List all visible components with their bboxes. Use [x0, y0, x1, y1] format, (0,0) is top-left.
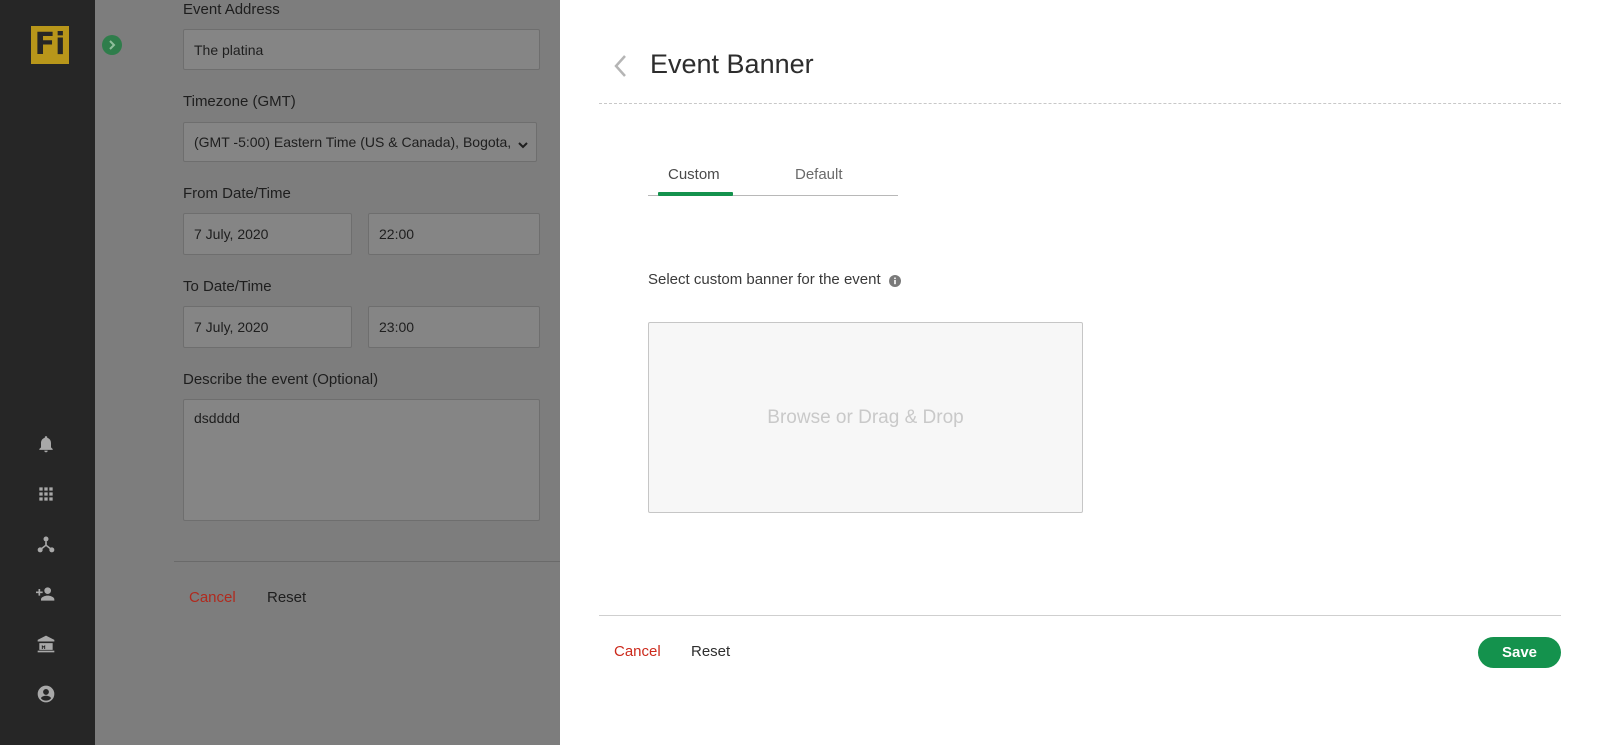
address-input[interactable]: The platina [183, 29, 540, 70]
back-chevron-icon[interactable] [610, 52, 630, 80]
from-datetime-label: From Date/Time [183, 185, 291, 202]
cancel-button[interactable]: Cancel [614, 643, 661, 660]
to-date-input[interactable]: 7 July, 2020 [183, 306, 352, 348]
side-nav: Fi [0, 0, 95, 745]
form-cancel-button[interactable]: Cancel [189, 589, 236, 606]
form-reset-button[interactable]: Reset [267, 589, 306, 606]
expand-button[interactable] [102, 35, 122, 55]
from-time-input[interactable]: 22:00 [368, 213, 540, 255]
app-logo[interactable]: Fi [31, 26, 69, 64]
museum-icon[interactable] [35, 633, 57, 655]
tab-default[interactable]: Default [795, 166, 843, 183]
banner-label: Select custom banner for the event [648, 271, 901, 288]
chevron-right-icon [109, 40, 116, 50]
account-circle-icon[interactable] [35, 683, 57, 705]
network-icon[interactable] [35, 533, 57, 555]
bell-icon[interactable] [35, 433, 57, 455]
reset-button[interactable]: Reset [691, 643, 730, 660]
to-datetime-label: To Date/Time [183, 278, 272, 295]
to-time-input[interactable]: 23:00 [368, 306, 540, 348]
form-footer-divider [174, 561, 560, 562]
from-date-input[interactable]: 7 July, 2020 [183, 213, 352, 255]
dropzone-text: Browse or Drag & Drop [767, 406, 964, 428]
banner-dropzone[interactable]: Browse or Drag & Drop [648, 322, 1083, 513]
timezone-select[interactable]: (GMT -5:00) Eastern Time (US & Canada), … [183, 122, 537, 162]
info-icon[interactable] [888, 274, 901, 287]
timezone-value: (GMT -5:00) Eastern Time (US & Canada), … [194, 134, 512, 150]
describe-textarea[interactable]: dsdddd [183, 399, 540, 521]
title-divider [599, 103, 1561, 104]
banner-tabs: Custom Default [648, 160, 898, 196]
tab-custom[interactable]: Custom [668, 166, 720, 183]
describe-label: Describe the event (Optional) [183, 371, 379, 388]
panel-title: Event Banner [650, 49, 814, 79]
chevron-down-icon [518, 137, 528, 149]
save-button[interactable]: Save [1478, 637, 1561, 668]
panel-footer-divider [599, 615, 1561, 616]
address-label: Event Address [183, 1, 280, 18]
active-tab-indicator [658, 192, 733, 196]
banner-label-text: Select custom banner for the event [648, 271, 881, 288]
apps-grid-icon[interactable] [35, 483, 57, 505]
add-user-icon[interactable] [35, 583, 57, 605]
timezone-label: Timezone (GMT) [183, 93, 296, 110]
